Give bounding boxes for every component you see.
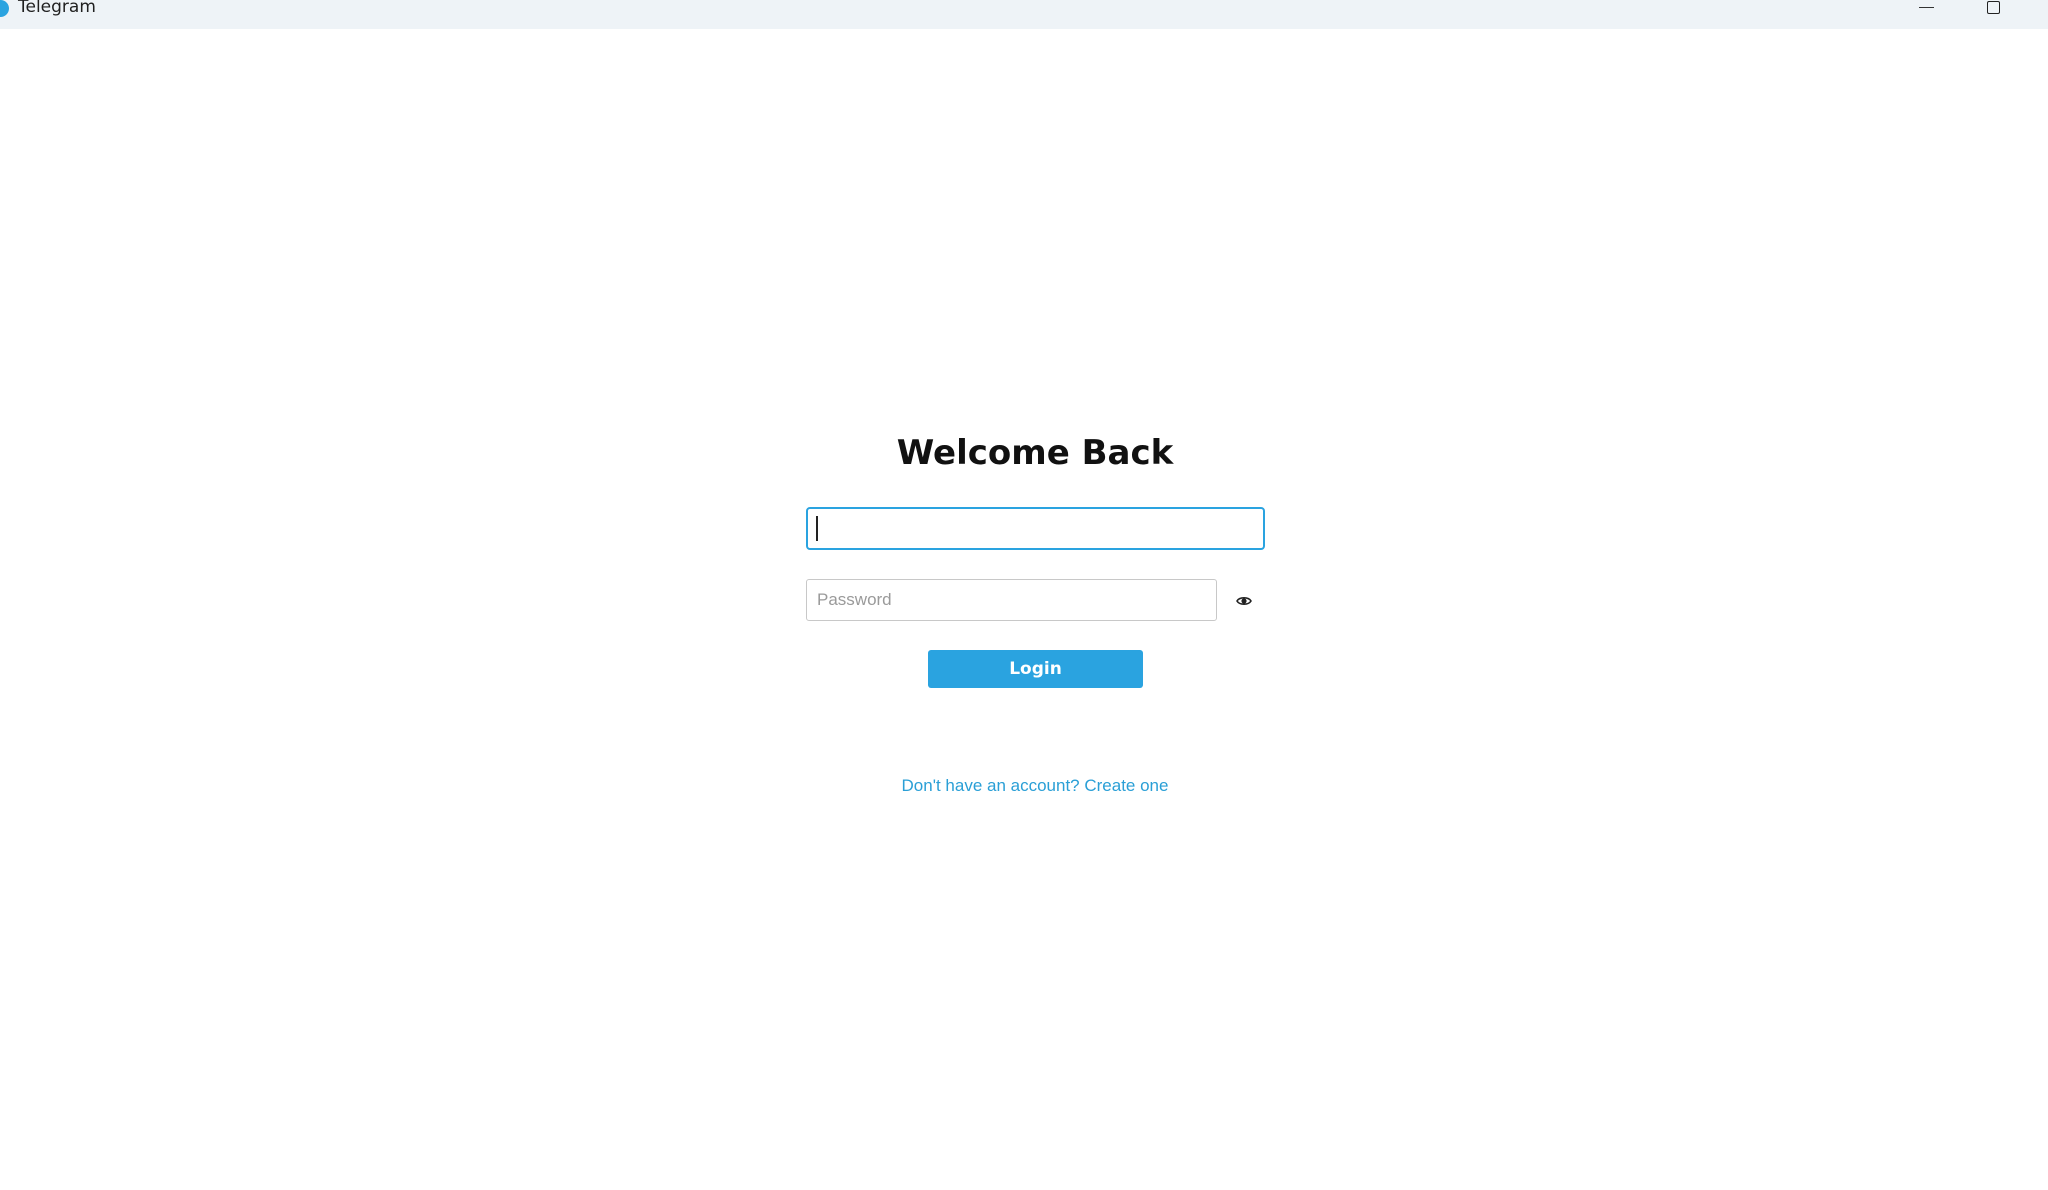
window-title: Telegram [18, 0, 96, 17]
username-input[interactable] [806, 507, 1265, 550]
maximize-icon[interactable] [1986, 0, 2002, 16]
page-title: Welcome Back [896, 433, 1174, 473]
title-bar: Telegram [0, 0, 2048, 29]
minimize-icon[interactable] [1919, 0, 1937, 14]
text-caret [816, 516, 818, 541]
create-account-link[interactable]: Don't have an account? Create one [0, 774, 2048, 798]
password-input[interactable] [806, 579, 1217, 621]
login-button[interactable]: Login [928, 650, 1143, 688]
telegram-icon [0, 0, 9, 17]
eye-icon[interactable] [1236, 593, 1252, 609]
